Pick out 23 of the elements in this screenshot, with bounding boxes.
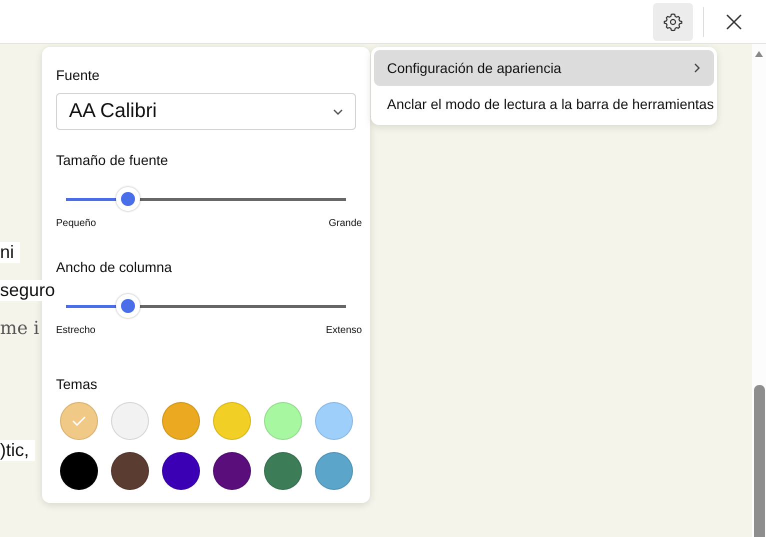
slider-label: Ancho de columna	[56, 259, 172, 275]
close-icon	[725, 12, 743, 30]
menu-item[interactable]: Anclar el modo de lectura a la barra de herramientas	[374, 86, 714, 122]
slider-label: Tamaño de fuente	[56, 152, 168, 168]
document-text: ni	[0, 242, 20, 263]
document-text: me i	[0, 318, 40, 339]
menu-item[interactable]: Configuración de apariencia	[374, 50, 714, 86]
settings-icon	[663, 12, 683, 32]
themes-label: Temas	[56, 376, 98, 392]
settings-button[interactable]	[653, 2, 693, 40]
max-label: Extenso	[326, 325, 362, 336]
scrollbar-thumb[interactable]	[754, 385, 764, 537]
max-label: Grande	[328, 218, 362, 229]
scroll-up-icon	[755, 51, 763, 57]
min-label: Estrecho	[56, 325, 96, 336]
theme-swatch[interactable]	[60, 402, 98, 440]
scrollbar[interactable]	[752, 44, 766, 537]
chevron-down-icon	[333, 108, 343, 114]
check-icon	[72, 416, 86, 426]
min-label: Pequeño	[56, 218, 96, 229]
font-dropdown[interactable]: AA Calibri	[56, 93, 356, 130]
document-text: )tic,	[0, 440, 35, 461]
font-label: Fuente	[56, 67, 100, 83]
